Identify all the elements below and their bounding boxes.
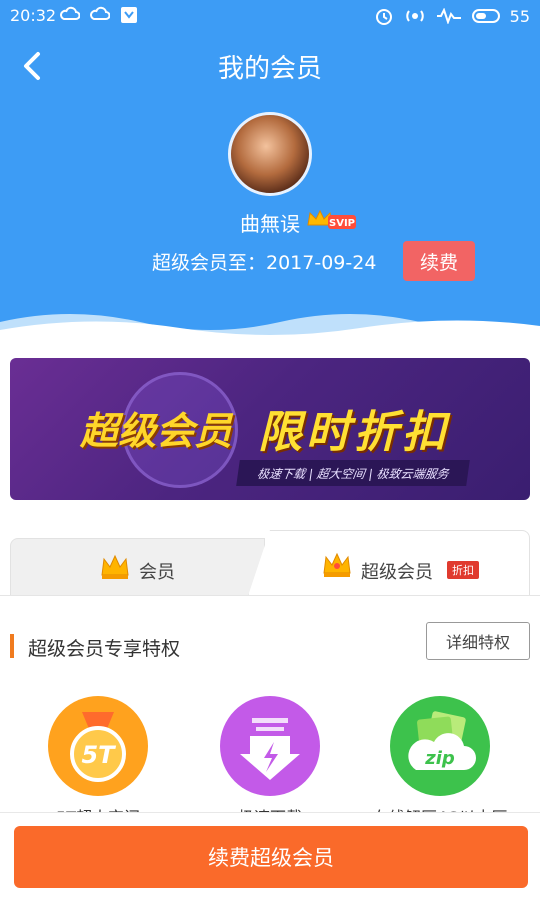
signal-icon <box>436 8 461 24</box>
banner-subtitle: 极速下载 | 超大空间 | 极致云端服务 <box>236 460 470 486</box>
section-title: 超级会员专享特权 <box>28 638 181 660</box>
promo-banner[interactable]: 超级会员 限时折扣 极速下载 | 超大空间 | 极致云端服务 <box>10 358 530 500</box>
wave-divider <box>0 314 540 335</box>
shield-icon <box>121 7 137 23</box>
alarm-icon <box>375 9 392 25</box>
feature-fast-download[interactable]: 极速下载 <box>218 696 322 828</box>
avatar[interactable] <box>228 112 312 196</box>
renew-button[interactable]: 续费 <box>403 241 475 281</box>
svg-text:zip: zip <box>424 748 455 769</box>
cloud-icon <box>60 6 80 20</box>
tab-divider <box>0 595 540 596</box>
svg-text:SVIP: SVIP <box>329 218 355 229</box>
tab-member-label: 会员 <box>139 562 175 583</box>
section-accent-bar <box>10 634 14 658</box>
battery-icon <box>471 9 500 23</box>
crown-icon <box>101 554 129 579</box>
membership-tabs: 会员 超级会员 折扣 <box>0 530 540 596</box>
medal-icon: 5T <box>48 696 148 796</box>
feature-storage[interactable]: 5T 5T超大空间 <box>46 696 150 828</box>
tab-member[interactable]: 会员 <box>10 538 265 596</box>
feature-online-unzip[interactable]: zip 在线解压4G以内压 <box>373 696 507 828</box>
cloud-icon <box>90 6 110 20</box>
status-right-icons: 55 <box>374 6 530 26</box>
discount-badge: 折扣 <box>447 561 479 579</box>
banner-right-text: 限时折扣 <box>258 407 450 458</box>
svip-crown-badge: SVIP <box>307 209 356 229</box>
status-time: 20:32 <box>10 6 57 25</box>
tab-super-member[interactable]: 超级会员 折扣 <box>248 530 530 596</box>
member-header: 20:32 55 我的会员 曲無误 SVIP 超级会员至：2017-09-24 … <box>0 0 540 335</box>
hotspot-icon <box>405 10 424 22</box>
tab-super-member-label: 超级会员 <box>361 562 433 583</box>
zip-cloud-icon: zip <box>390 696 490 796</box>
battery-level: 55 <box>509 6 530 26</box>
renew-super-member-button[interactable]: 续费超级会员 <box>14 826 528 888</box>
privilege-details-button[interactable]: 详细特权 <box>426 622 530 660</box>
crown-icon <box>323 552 351 577</box>
page-title: 我的会员 <box>217 54 322 84</box>
svg-text:5T: 5T <box>81 741 116 769</box>
membership-expiry: 超级会员至：2017-09-24 <box>152 252 377 274</box>
username: 曲無误 <box>240 212 300 236</box>
status-left-icons <box>60 6 138 24</box>
download-icon <box>220 696 320 796</box>
banner-left-text: 超级会员 <box>80 409 233 453</box>
status-bar: 20:32 55 <box>0 0 540 32</box>
